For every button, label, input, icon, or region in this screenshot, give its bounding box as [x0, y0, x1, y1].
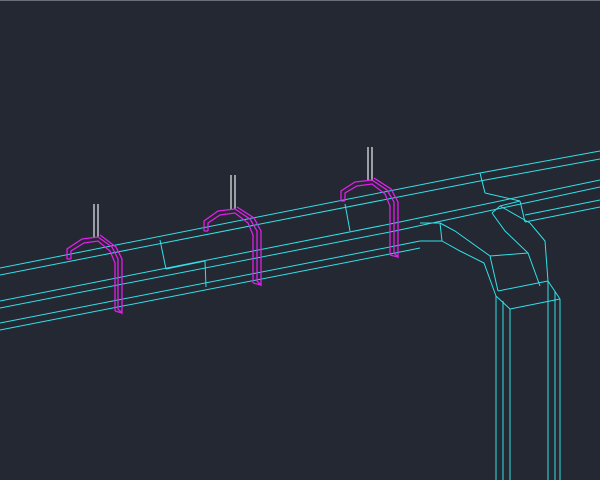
drawing-canvas[interactable] [0, 1, 600, 480]
vertical-cable-tray [495, 281, 561, 480]
tray-hanger-1[interactable] [66, 204, 123, 315]
cad-drawing-viewport[interactable] [0, 0, 600, 480]
tray-elbow [420, 200, 561, 310]
tray-hanger-2[interactable] [203, 175, 262, 287]
horizontal-cable-tray [0, 150, 600, 331]
tray-hanger-3[interactable] [340, 147, 399, 259]
